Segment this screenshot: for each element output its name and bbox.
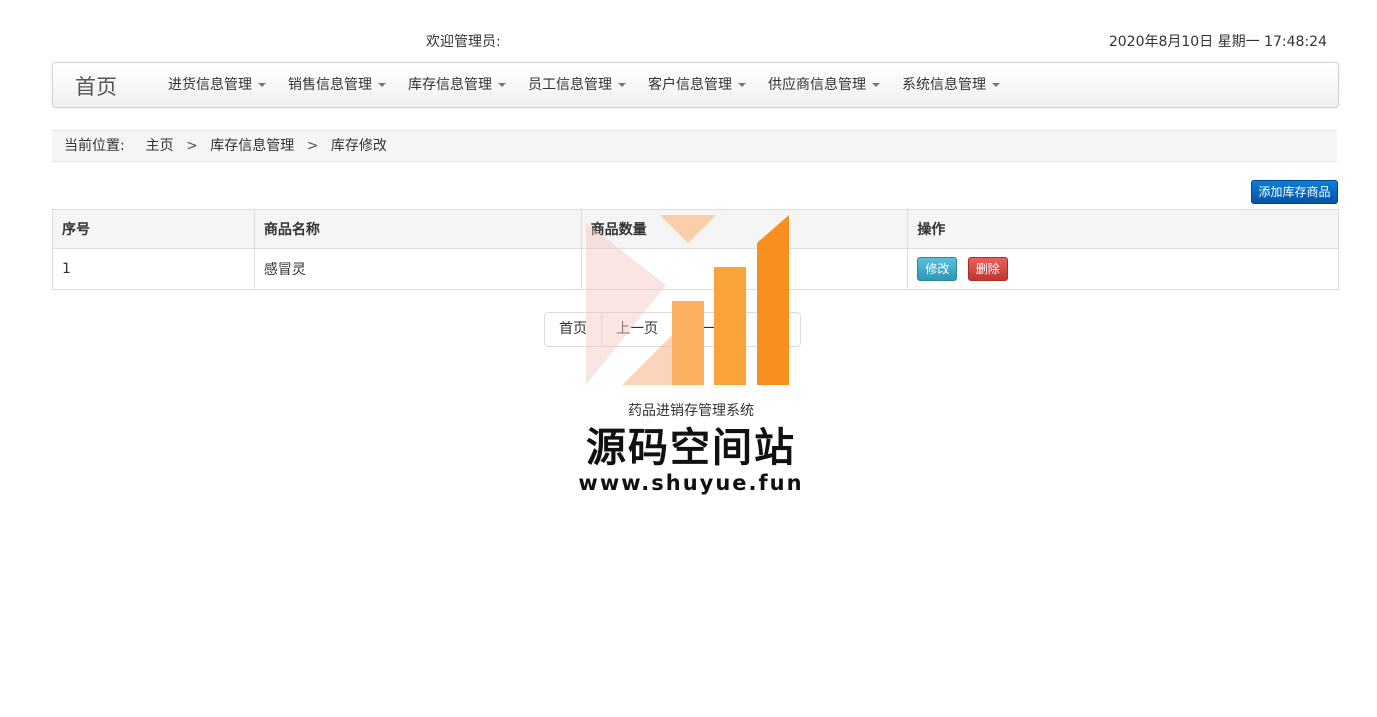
cell-actions: 修改 删除 — [907, 248, 1339, 290]
caret-down-icon — [992, 83, 1000, 87]
breadcrumb-prefix: 当前位置: — [64, 138, 125, 154]
breadcrumb-separator: > — [186, 138, 198, 154]
col-header-index: 序号 — [52, 209, 255, 249]
caret-down-icon — [378, 83, 386, 87]
col-header-actions: 操作 — [907, 209, 1339, 249]
nav-brand-home[interactable]: 首页 — [75, 71, 117, 101]
watermark-title: 源码空间站 — [586, 425, 796, 471]
nav-item-label: 客户信息管理 — [648, 77, 732, 93]
breadcrumb-current: 库存修改 — [330, 138, 387, 154]
cell-index: 1 — [52, 248, 255, 290]
nav-item-label: 系统信息管理 — [902, 77, 986, 93]
current-datetime: 2020年8月10日 星期一 17:48:24 — [1108, 34, 1327, 50]
nav-menu: 进货信息管理 销售信息管理 库存信息管理 员工信息管理 客户信息管理 供应商信息… — [157, 63, 1011, 107]
caret-down-icon — [618, 83, 626, 87]
nav-item-sales[interactable]: 销售信息管理 — [277, 63, 397, 107]
nav-item-label: 进货信息管理 — [168, 77, 252, 93]
nav-item-label: 员工信息管理 — [528, 77, 612, 93]
nav-item-purchase[interactable]: 进货信息管理 — [157, 63, 277, 107]
welcome-text: 欢迎管理员: — [426, 34, 501, 50]
breadcrumb-separator: > — [306, 138, 319, 154]
nav-item-label: 销售信息管理 — [288, 77, 372, 93]
nav-item-inventory[interactable]: 库存信息管理 — [397, 63, 517, 107]
watermark: 药品进销存管理系统 源码空间站 www.shuyue.fun — [576, 215, 806, 505]
top-bar: 欢迎管理员: 2020年8月10日 星期一 17:48:24 — [0, 28, 1377, 52]
watermark-url: www.shuyue.fun — [578, 471, 804, 495]
delete-button[interactable]: 删除 — [967, 257, 1008, 281]
breadcrumb: 当前位置: 主页 > 库存信息管理 > 库存修改 — [52, 130, 1337, 162]
nav-item-supplier[interactable]: 供应商信息管理 — [757, 63, 891, 107]
main-navbar: 首页 进货信息管理 销售信息管理 库存信息管理 员工信息管理 客户信息管理 供应… — [52, 62, 1339, 108]
nav-item-customer[interactable]: 客户信息管理 — [637, 63, 757, 107]
nav-item-label: 供应商信息管理 — [768, 77, 866, 93]
edit-button[interactable]: 修改 — [917, 257, 958, 281]
caret-down-icon — [738, 83, 746, 87]
caret-down-icon — [498, 83, 506, 87]
caret-down-icon — [258, 83, 266, 87]
watermark-logo-icon — [586, 215, 789, 385]
breadcrumb-home[interactable]: 主页 — [146, 138, 174, 154]
nav-item-system[interactable]: 系统信息管理 — [891, 63, 1011, 107]
nav-item-label: 库存信息管理 — [408, 77, 492, 93]
caret-down-icon — [872, 83, 880, 87]
add-inventory-button[interactable]: 添加库存商品 — [1251, 180, 1338, 204]
breadcrumb-inventory[interactable]: 库存信息管理 — [210, 138, 294, 154]
col-header-name: 商品名称 — [253, 209, 582, 249]
nav-item-employee[interactable]: 员工信息管理 — [517, 63, 637, 107]
cell-name: 感冒灵 — [253, 248, 582, 290]
